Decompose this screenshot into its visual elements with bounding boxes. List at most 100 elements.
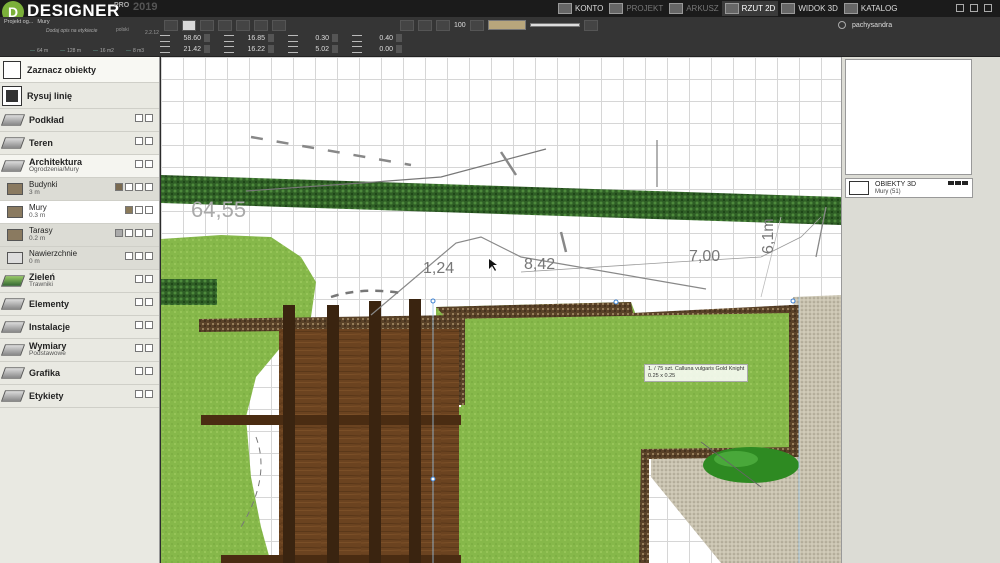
visibility-checkbox[interactable] [135, 206, 143, 214]
layer-grafika[interactable]: Grafika [0, 362, 159, 385]
layer-icon [0, 344, 26, 356]
undo-button[interactable] [200, 19, 214, 31]
dim-a2[interactable]: 21.42 [173, 46, 201, 53]
eye-icon[interactable] [135, 183, 143, 191]
sublayer-tarasy[interactable]: Tarasy 0.2 m [0, 224, 159, 247]
color-button[interactable] [583, 19, 598, 31]
nav-widok3d[interactable]: WIDOK 3D [778, 1, 841, 16]
eye-icon[interactable] [135, 252, 143, 260]
dim-b1[interactable]: 16.85 [237, 35, 265, 42]
line-style-picker[interactable] [529, 23, 580, 27]
visibility-checkbox[interactable] [135, 321, 143, 329]
dim-c2[interactable]: 5.02 [301, 46, 329, 53]
spinner-icon[interactable] [396, 45, 402, 53]
visibility-checkbox[interactable] [135, 367, 143, 375]
snap-button[interactable] [182, 19, 196, 31]
tool-select-objects[interactable]: Zaznacz obiekty [0, 57, 159, 83]
label-hint[interactable]: Dodaj opis na etykiecie [46, 28, 97, 34]
lock-checkbox[interactable] [145, 229, 153, 237]
visibility-checkbox[interactable] [135, 344, 143, 352]
visibility-checkbox[interactable] [135, 114, 143, 122]
lock-checkbox[interactable] [145, 252, 153, 260]
spinner-icon[interactable] [396, 34, 402, 42]
paste-button[interactable] [254, 19, 268, 31]
color-swatch[interactable] [115, 183, 123, 191]
grid-toggle-button[interactable] [164, 19, 178, 31]
lock-checkbox[interactable] [145, 298, 153, 306]
tool-draw-line[interactable]: Rysuj linię [0, 83, 159, 109]
layer-zielen[interactable]: Zieleń Trawniki [0, 270, 159, 293]
layer-etykiety[interactable]: Etykiety [0, 385, 159, 408]
search-box[interactable]: pachysandra [838, 19, 1000, 31]
nav-katalog[interactable]: KATALOG [841, 1, 901, 16]
spinner-icon[interactable] [332, 34, 338, 42]
visibility-checkbox[interactable] [135, 275, 143, 283]
lock-checkbox[interactable] [145, 114, 153, 122]
lock-checkbox[interactable] [145, 321, 153, 329]
color-swatch[interactable] [115, 229, 123, 237]
lock-checkbox[interactable] [145, 137, 153, 145]
project-name[interactable]: Projekt og... [4, 19, 33, 25]
spinner-icon[interactable] [268, 34, 274, 42]
texture-swatch[interactable] [487, 20, 526, 30]
lock-checkbox[interactable] [145, 206, 153, 214]
close-icon[interactable] [984, 4, 992, 12]
pattern-button[interactable] [469, 19, 484, 31]
lock-checkbox[interactable] [145, 183, 153, 191]
color-swatch[interactable] [125, 206, 133, 214]
lock-checkbox[interactable] [145, 367, 153, 375]
line-tool-button[interactable] [400, 19, 414, 31]
layer-teren[interactable]: Teren [0, 132, 159, 155]
layer-sublabel: Trawniki [29, 281, 53, 289]
dim-b2[interactable]: 16.22 [237, 46, 265, 53]
delete-button[interactable] [272, 19, 286, 31]
spinner-icon[interactable] [332, 45, 338, 53]
layer-elementy[interactable]: Elementy [0, 293, 159, 316]
copy-button[interactable] [236, 19, 250, 31]
eye-icon[interactable] [135, 229, 143, 237]
dim-d2[interactable]: 0.00 [365, 46, 393, 53]
spinner-icon[interactable] [204, 45, 210, 53]
layer-architektura[interactable]: Architektura Ogrodzenia/Mury [0, 155, 159, 178]
layer-podklad[interactable]: Podkład [0, 109, 159, 132]
project-icon [609, 3, 624, 14]
maximize-icon[interactable] [970, 4, 978, 12]
view-mode-icon[interactable] [948, 181, 968, 185]
drawing-canvas[interactable]: 64,55 1,24 8,42 7,00 6,1m 1. / 75 szt. C… [161, 57, 841, 563]
hatch-button[interactable] [436, 19, 450, 31]
layer-instalacje[interactable]: Instalacje [0, 316, 159, 339]
building-icon [7, 183, 23, 195]
sublayer-budynki[interactable]: Budynki 3 m [0, 178, 159, 201]
redo-button[interactable] [218, 19, 232, 31]
visibility-checkbox[interactable] [135, 137, 143, 145]
visibility-checkbox[interactable] [125, 252, 133, 260]
lock-checkbox[interactable] [145, 390, 153, 398]
nav-arkusz[interactable]: ARKUSZ [666, 1, 721, 16]
visibility-checkbox[interactable] [135, 390, 143, 398]
visibility-checkbox[interactable] [135, 160, 143, 168]
nav-projekt[interactable]: PROJEKT [606, 1, 666, 16]
dim-d1[interactable]: 0.40 [365, 35, 393, 42]
minimize-icon[interactable] [956, 4, 964, 12]
visibility-checkbox[interactable] [135, 298, 143, 306]
spinner-icon[interactable] [204, 34, 210, 42]
zoom-level[interactable]: 100 [454, 22, 466, 29]
sublayer-mury[interactable]: Mury 0.3 m [0, 201, 159, 224]
surface-icon [7, 252, 23, 264]
visibility-checkbox[interactable] [125, 183, 133, 191]
dim-a1[interactable]: 58.60 [173, 35, 201, 42]
sublayer-nawierzchnie[interactable]: Nawierzchnie 0 m [0, 247, 159, 270]
nav-rzut2d[interactable]: RZUT 2D [721, 1, 779, 16]
layer-label: Podkład [29, 115, 65, 125]
objects-3d-card[interactable]: OBIEKTY 3D Mury (51) [845, 178, 973, 198]
curve-tool-button[interactable] [418, 19, 432, 31]
nav-konto[interactable]: KONTO [555, 1, 606, 16]
lock-checkbox[interactable] [145, 160, 153, 168]
spinner-icon[interactable] [268, 45, 274, 53]
lock-checkbox[interactable] [145, 344, 153, 352]
visibility-checkbox[interactable] [125, 229, 133, 237]
nav-rzut2d-label: RZUT 2D [741, 4, 776, 13]
lock-checkbox[interactable] [145, 275, 153, 283]
layer-wymiary[interactable]: Wymiary Podstawowe [0, 339, 159, 362]
dim-c1[interactable]: 0.30 [301, 35, 329, 42]
